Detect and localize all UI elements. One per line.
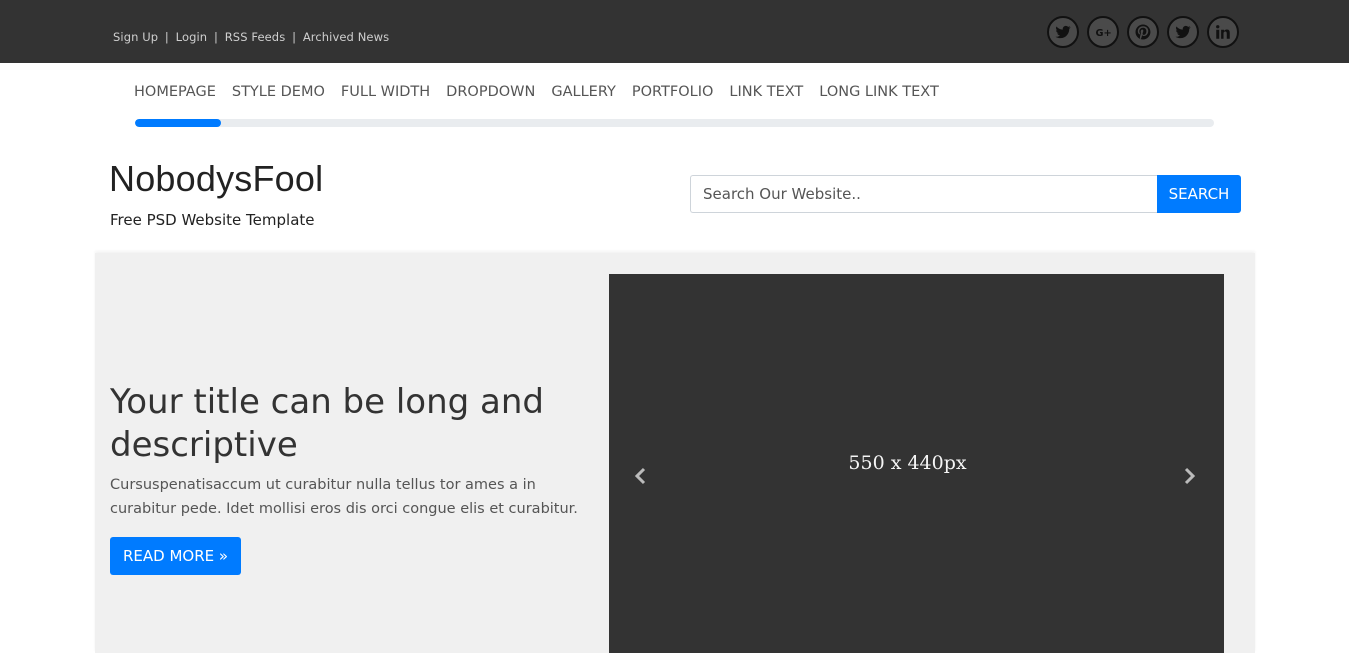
hero-text: Cursuspenatisaccum ut curabitur nulla te… [110, 477, 578, 517]
nav-progress-bar [135, 119, 1214, 127]
chevron-right-icon[interactable] [1179, 466, 1199, 486]
nav-item-full-width[interactable]: FULL WIDTH [333, 81, 438, 103]
separator: | [292, 30, 297, 44]
login-link[interactable]: Login [176, 30, 208, 44]
social-links: G+ [1047, 16, 1239, 48]
top-bar: Sign Up | Login | RSS Feeds | Archived N… [0, 0, 1349, 63]
svg-text:G+: G+ [1096, 28, 1112, 39]
twitter-icon[interactable] [1047, 16, 1079, 48]
nav-progress-fill [135, 119, 222, 127]
hero-title: Your title can be long and descriptive [110, 382, 545, 465]
nav-item-homepage[interactable]: HOMEPAGE [126, 81, 224, 103]
hero-section: Your title can be long and descriptive C… [95, 253, 1255, 653]
linkedin-icon[interactable] [1207, 16, 1239, 48]
sign-up-link[interactable]: Sign Up [113, 30, 158, 44]
search-input[interactable] [690, 175, 1157, 213]
top-links: Sign Up | Login | RSS Feeds | Archived N… [113, 30, 389, 44]
slider-placeholder-label: 550 x 440px [848, 452, 967, 474]
read-more-button[interactable]: READ MORE » [110, 537, 242, 575]
site-brand[interactable]: NobodysFool [109, 158, 323, 200]
search-button[interactable]: SEARCH [1157, 175, 1241, 213]
nav-item-dropdown[interactable]: DROPDOWN [438, 81, 543, 103]
rss-feeds-link[interactable]: RSS Feeds [225, 30, 286, 44]
nav-item-link-text[interactable]: LINK TEXT [721, 81, 811, 103]
chevron-left-icon[interactable] [631, 466, 651, 486]
image-slider: 550 x 440px [609, 274, 1224, 653]
nav-item-long-link-text[interactable]: LONG LINK TEXT [811, 81, 947, 103]
search-form: SEARCH [690, 175, 1241, 213]
archived-news-link[interactable]: Archived News [303, 30, 389, 44]
twitter-icon[interactable] [1167, 16, 1199, 48]
pinterest-icon[interactable] [1127, 16, 1159, 48]
main-nav: HOMEPAGE STYLE DEMO FULL WIDTH DROPDOWN … [126, 81, 947, 103]
google-plus-icon[interactable]: G+ [1087, 16, 1119, 48]
separator: | [213, 30, 218, 44]
site-tagline: Free PSD Website Template [110, 211, 315, 229]
nav-item-gallery[interactable]: GALLERY [543, 81, 623, 103]
nav-item-style-demo[interactable]: STYLE DEMO [224, 81, 333, 103]
nav-item-portfolio[interactable]: PORTFOLIO [624, 81, 722, 103]
separator: | [164, 30, 169, 44]
